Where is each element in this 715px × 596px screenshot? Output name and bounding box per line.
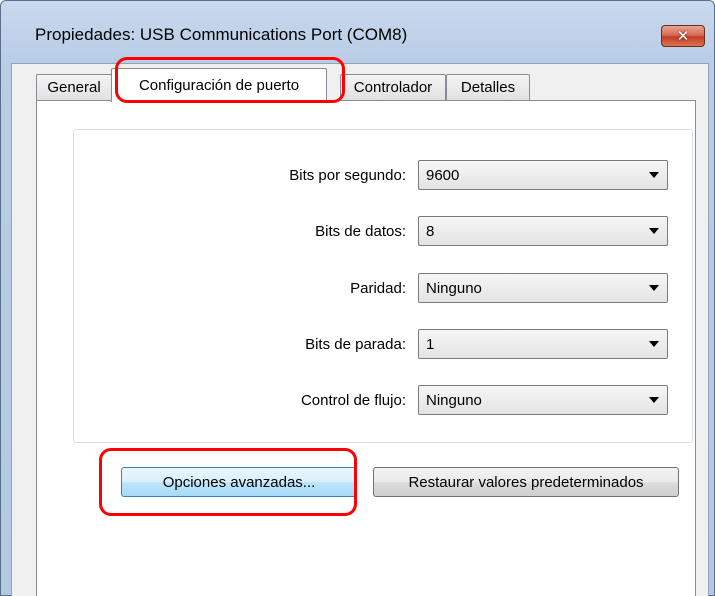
tab-driver-label: Controlador (353, 79, 433, 96)
parity-value: Ninguno (426, 280, 482, 297)
stop-bits-label: Bits de parada: (305, 336, 406, 353)
tab-driver[interactable]: Controlador (340, 74, 446, 100)
port-settings-panel: Bits por segundo: 9600 Bits de datos: 8 … (36, 100, 696, 596)
chevron-down-icon (649, 228, 659, 234)
advanced-options-label: Opciones avanzadas... (162, 473, 316, 491)
tab-details[interactable]: Detalles (446, 74, 530, 100)
data-bits-select[interactable]: 8 (418, 216, 668, 246)
properties-dialog: Propiedades: USB Communications Port (CO… (0, 0, 715, 596)
window-title: Propiedades: USB Communications Port (CO… (35, 25, 408, 44)
tab-general-label: General (47, 79, 101, 96)
dialog-client-area: General Configuración de puerto Controla… (11, 63, 709, 596)
chevron-down-icon (649, 341, 659, 347)
flow-control-value: Ninguno (426, 392, 482, 409)
stop-bits-value: 1 (426, 336, 435, 353)
flow-control-select[interactable]: Ninguno (418, 385, 668, 415)
chevron-down-icon (649, 285, 659, 291)
close-icon: ✕ (676, 27, 690, 45)
bits-per-second-label: Bits por segundo: (289, 167, 406, 184)
chevron-down-icon (649, 172, 659, 178)
tab-general[interactable]: General (36, 74, 112, 100)
advanced-options-button[interactable]: Opciones avanzadas... (121, 467, 357, 497)
tab-port-settings-label: Configuración de puerto (138, 77, 300, 94)
port-settings-group: Bits por segundo: 9600 Bits de datos: 8 … (73, 129, 693, 443)
bits-per-second-select[interactable]: 9600 (418, 160, 668, 190)
stop-bits-select[interactable]: 1 (418, 329, 668, 359)
bits-per-second-value: 9600 (426, 167, 460, 184)
title-bar[interactable]: Propiedades: USB Communications Port (CO… (1, 1, 714, 65)
data-bits-label: Bits de datos: (315, 223, 406, 240)
restore-defaults-button[interactable]: Restaurar valores predeterminados (373, 467, 679, 497)
restore-defaults-label: Restaurar valores predeterminados (408, 473, 644, 491)
parity-select[interactable]: Ninguno (418, 273, 668, 303)
chevron-down-icon (649, 397, 659, 403)
parity-label: Paridad: (350, 280, 406, 297)
flow-control-label: Control de flujo: (300, 392, 406, 409)
tab-details-label: Detalles (460, 79, 516, 96)
close-button[interactable]: ✕ (661, 25, 705, 47)
data-bits-value: 8 (426, 223, 435, 240)
tab-port-settings[interactable]: Configuración de puerto (111, 68, 327, 102)
